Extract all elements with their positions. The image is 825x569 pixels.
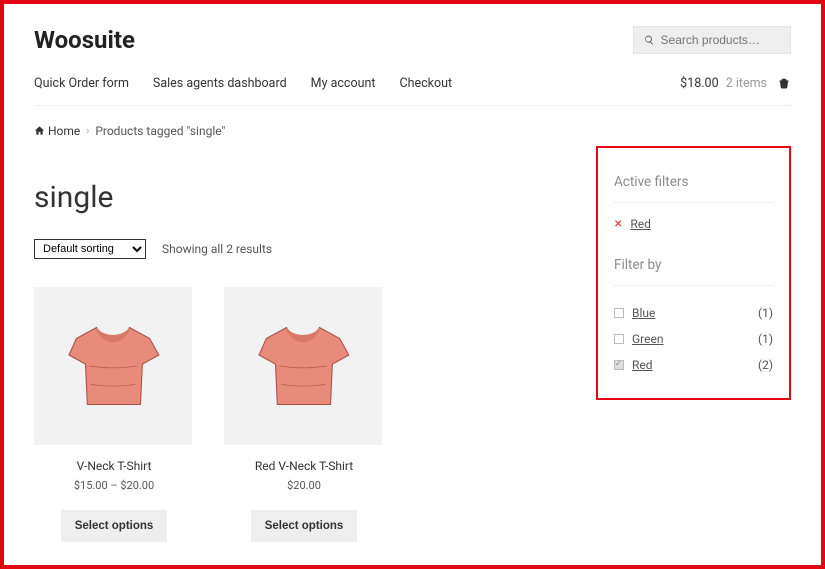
basket-icon bbox=[777, 77, 791, 91]
nav-links: Quick Order form Sales agents dashboard … bbox=[34, 76, 452, 91]
breadcrumb-current: Products tagged "single" bbox=[95, 124, 225, 138]
tshirt-icon bbox=[58, 311, 168, 421]
filter-link[interactable]: Red bbox=[632, 358, 653, 372]
remove-filter-icon[interactable]: ✕ bbox=[614, 219, 622, 230]
checkbox-icon[interactable] bbox=[614, 308, 624, 318]
product-price: $20.00 bbox=[224, 479, 384, 492]
breadcrumb-home[interactable]: Home bbox=[34, 124, 80, 138]
sort-row: Default sorting Showing all 2 results bbox=[34, 239, 576, 259]
sort-select[interactable]: Default sorting bbox=[34, 239, 146, 259]
site-title: Woosuite bbox=[34, 26, 135, 54]
filter-option[interactable]: Red (2) bbox=[614, 352, 773, 378]
nav-sales-agents[interactable]: Sales agents dashboard bbox=[153, 76, 287, 91]
filter-by-title: Filter by bbox=[614, 257, 773, 286]
filter-link[interactable]: Green bbox=[632, 332, 663, 346]
active-filter: ✕ Red bbox=[614, 217, 773, 231]
product-grid: V-Neck T-Shirt $15.00 – $20.00 Select op… bbox=[34, 287, 576, 542]
sidebar-highlight: Active filters ✕ Red Filter by Blue (1) bbox=[596, 146, 791, 400]
breadcrumb: Home › Products tagged "single" bbox=[34, 124, 791, 138]
nav-my-account[interactable]: My account bbox=[311, 76, 376, 91]
active-filter-link[interactable]: Red bbox=[630, 217, 651, 231]
sidebar: Active filters ✕ Red Filter by Blue (1) bbox=[596, 180, 791, 542]
active-filters-title: Active filters bbox=[614, 174, 773, 203]
cart-total: $18.00 bbox=[680, 76, 718, 91]
product-title: V-Neck T-Shirt bbox=[34, 459, 194, 473]
breadcrumb-separator: › bbox=[86, 126, 89, 137]
cart-items-count: 2 items bbox=[726, 76, 767, 91]
tshirt-icon bbox=[248, 311, 358, 421]
nav-quick-order[interactable]: Quick Order form bbox=[34, 76, 129, 91]
home-icon bbox=[34, 125, 45, 136]
nav-checkout[interactable]: Checkout bbox=[399, 76, 452, 91]
product-image bbox=[34, 287, 192, 445]
product-image bbox=[224, 287, 382, 445]
search-icon bbox=[644, 34, 655, 46]
checkbox-icon[interactable] bbox=[614, 334, 624, 344]
filter-option[interactable]: Blue (1) bbox=[614, 300, 773, 326]
content: single Default sorting Showing all 2 res… bbox=[34, 180, 791, 542]
search-input[interactable] bbox=[661, 33, 780, 47]
select-options-button[interactable]: Select options bbox=[61, 510, 168, 542]
app-frame: Woosuite Quick Order form Sales agents d… bbox=[0, 0, 825, 569]
checkbox-icon[interactable] bbox=[614, 360, 624, 370]
header: Woosuite bbox=[34, 26, 791, 54]
filter-count: (2) bbox=[758, 358, 773, 372]
filter-link[interactable]: Blue bbox=[632, 306, 655, 320]
product-title: Red V-Neck T-Shirt bbox=[224, 459, 384, 473]
product-card[interactable]: Red V-Neck T-Shirt $20.00 Select options bbox=[224, 287, 384, 542]
page-title: single bbox=[34, 180, 576, 215]
search-box[interactable] bbox=[633, 26, 791, 54]
nav-row: Quick Order form Sales agents dashboard … bbox=[34, 76, 791, 106]
filter-count: (1) bbox=[758, 332, 773, 346]
main-column: single Default sorting Showing all 2 res… bbox=[34, 180, 576, 542]
filter-option[interactable]: Green (1) bbox=[614, 326, 773, 352]
product-card[interactable]: V-Neck T-Shirt $15.00 – $20.00 Select op… bbox=[34, 287, 194, 542]
product-price: $15.00 – $20.00 bbox=[34, 479, 194, 492]
filter-count: (1) bbox=[758, 306, 773, 320]
cart-summary[interactable]: $18.00 2 items bbox=[680, 76, 791, 91]
select-options-button[interactable]: Select options bbox=[251, 510, 358, 542]
page: Woosuite Quick Order form Sales agents d… bbox=[4, 4, 821, 542]
result-count: Showing all 2 results bbox=[162, 242, 272, 256]
